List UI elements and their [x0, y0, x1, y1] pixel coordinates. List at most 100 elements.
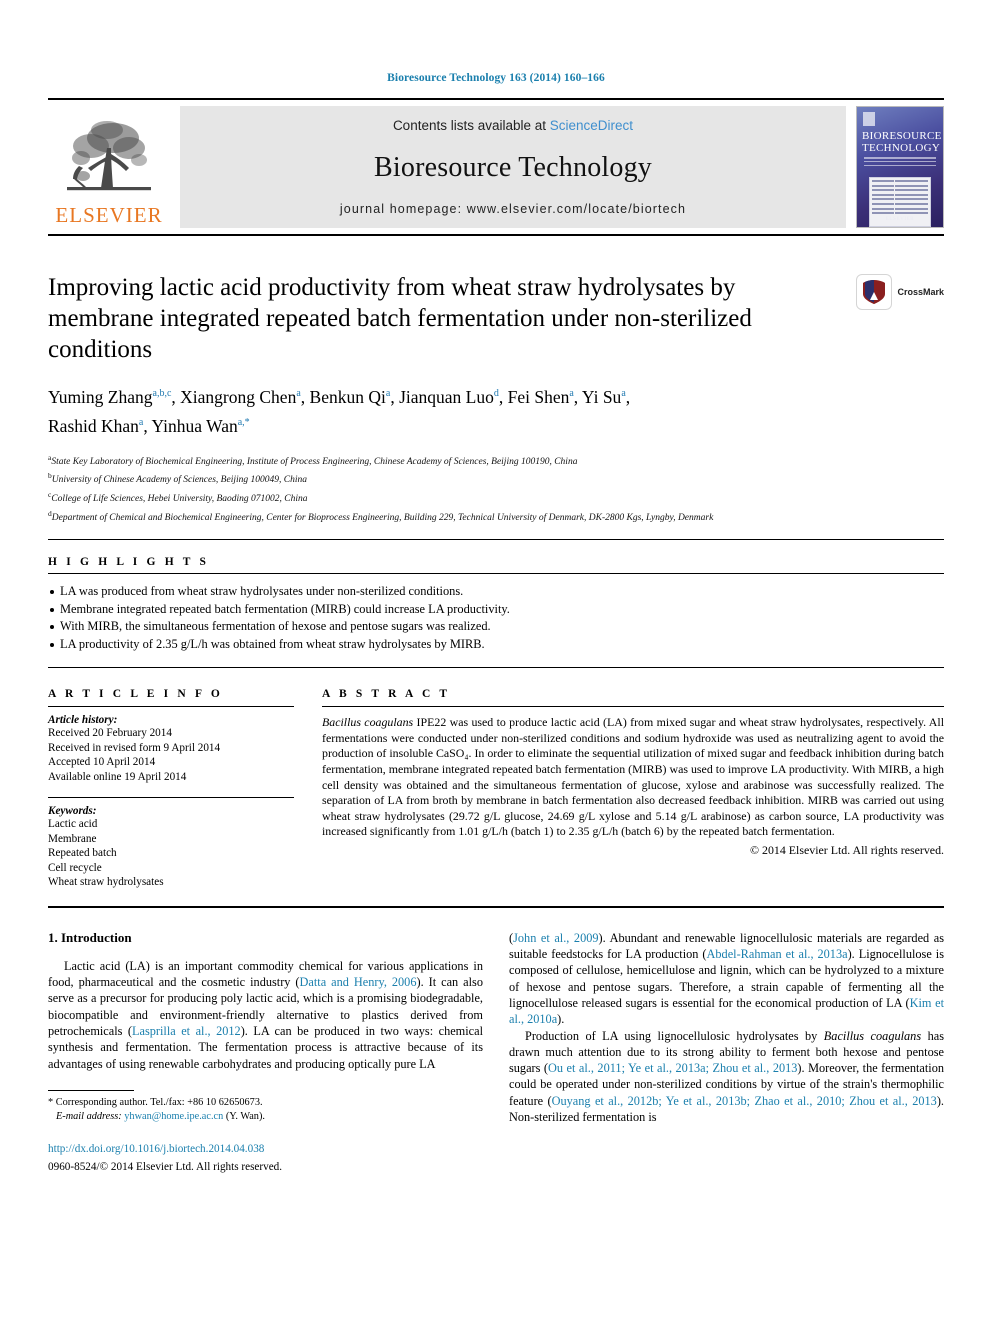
author-affiliation-marker: a [138, 416, 144, 428]
author-name: Benkun Qia [309, 386, 391, 407]
highlights-rule [48, 573, 944, 575]
contents-available-line: Contents lists available at ScienceDirec… [393, 118, 633, 133]
article-history-item: Accepted 10 April 2014 [48, 756, 156, 769]
abstract-heading: A B S T R A C T [322, 688, 451, 701]
highlights-heading: H I G H L I G H T S [48, 556, 210, 569]
abstract-bottom-rule [48, 905, 944, 908]
cover-elsevier-icon [863, 112, 875, 126]
abstract-body-text: IPE22 was used to produce lactic acid (L… [322, 715, 945, 839]
highlight-item: LA productivity of 2.35 g/L/h was obtain… [48, 636, 944, 654]
keyword-item: Lactic acid [48, 818, 98, 831]
abstract-rule [322, 706, 944, 708]
article-info-column: A R T I C L E I N F O Article history: R… [48, 688, 294, 890]
author-affiliation-marker: d [493, 388, 499, 399]
title-block: Improving lactic acid productivity from … [48, 272, 944, 365]
article-history-list: Received 20 February 2014 Received in rev… [48, 726, 294, 784]
author-name: Xiangrong Chena [180, 386, 301, 407]
affiliation-item: dDepartment of Chemical and Biochemical … [48, 508, 714, 523]
affiliation-marker: b [48, 471, 52, 481]
highlight-item: With MIRB, the simultaneous fermentation… [48, 618, 944, 636]
body-columns: 1. Introduction Lactic acid (LA) is an i… [48, 930, 944, 1175]
author-name: Fei Shena [507, 386, 574, 407]
cover-footer: ELSEVIER [885, 217, 915, 222]
affiliation-bottom-rule [48, 539, 944, 541]
masthead-bottom-rule [48, 234, 944, 236]
doi-block: http://dx.doi.org/10.1016/j.biortech.201… [48, 1142, 483, 1175]
cover-subtitle-lines [864, 157, 936, 171]
keywords-label: Keywords: [48, 805, 97, 818]
affiliation-item: cCollege of Life Sciences, Hebei Univers… [48, 489, 308, 505]
keywords-rule [48, 797, 294, 799]
author-affiliation-marker: a [569, 388, 574, 399]
footnote-block: * Corresponding author. Tel./fax: +86 10… [48, 1089, 483, 1175]
abstract-copyright: © 2014 Elsevier Ltd. All rights reserved… [750, 843, 944, 858]
keyword-item: Wheat straw hydrolysates [48, 876, 164, 889]
email-address[interactable]: yhwan@home.ipe.ac.cn [124, 1111, 223, 1122]
doi-link[interactable]: http://dx.doi.org/10.1016/j.biortech.201… [48, 1142, 483, 1157]
email-note: E-mail address: yhwan@home.ipe.ac.cn (Y.… [48, 1110, 483, 1124]
article-history-item: Available online 19 April 2014 [48, 770, 187, 783]
cover-journal-name: BIORESOURCE TECHNOLOGY [862, 130, 942, 154]
elsevier-tree-icon [67, 121, 151, 191]
corresponding-text: Corresponding author. Tel./fax: +86 10 6… [55, 1096, 263, 1108]
article-info-rule [48, 706, 294, 708]
contents-prefix: Contents lists available at [392, 118, 550, 133]
author-name: Yuming Zhanga,b,c [48, 386, 172, 407]
body-column-right: (John et al., 2009). Abundant and renewa… [509, 930, 944, 1175]
author-name: Yi Sua [581, 386, 626, 407]
author-name: Jianquan Luod [399, 386, 499, 407]
author-affiliation-marker: a [296, 388, 301, 399]
email-label: E-mail address: [56, 1110, 122, 1122]
crossmark-badge[interactable]: CrossMark [856, 274, 944, 310]
author-line-2: Rashid Khana, Yinhua Wana,* [48, 415, 250, 436]
author-name: Yinhua Wana,* [151, 415, 250, 436]
affiliation-marker: d [48, 508, 52, 518]
abstract-organism-name: Bacillus coagulans [322, 715, 414, 730]
keyword-item: Membrane [48, 832, 97, 845]
elsevier-logo: ELSEVIER [48, 106, 170, 228]
page-title: Improving lactic acid productivity from … [48, 274, 752, 363]
highlight-item: LA was produced from wheat straw hydroly… [48, 583, 944, 601]
crossmark-label: CrossMark [897, 287, 944, 297]
highlight-item: Membrane integrated repeated batch ferme… [48, 601, 944, 619]
info-abstract-section: A R T I C L E I N F O Article history: R… [48, 688, 944, 890]
crossmark-shield-icon [863, 280, 886, 304]
highlights-bottom-rule [48, 667, 944, 669]
abstract-column: A B S T R A C T Bacillus coagulans IPE22… [322, 688, 944, 890]
author-list: Yuming Zhanga,b,c, Xiangrong Chena, Benk… [48, 381, 944, 439]
article-history-label: Article history: [48, 714, 118, 727]
affiliation-list: aState Key Laboratory of Biochemical Eng… [48, 451, 944, 526]
intro-paragraph-right-1: (John et al., 2009). Abundant and renewa… [509, 930, 944, 1027]
sciencedirect-link[interactable]: ScienceDirect [550, 118, 633, 133]
keyword-item: Repeated batch [48, 847, 117, 860]
author-affiliation-marker: a [621, 388, 626, 399]
elsevier-wordmark: ELSEVIER [55, 203, 163, 227]
intro-paragraph-left: Lactic acid (LA) is an important commodi… [48, 958, 483, 1071]
author-affiliation-marker: a,b,c [152, 388, 172, 399]
author-line-1: Yuming Zhanga,b,c, Xiangrong Chena, Benk… [48, 386, 631, 407]
corresponding-marker: * [48, 1096, 54, 1108]
author-name: Rashid Khana [48, 415, 144, 436]
running-head: Bioresource Technology 163 (2014) 160–16… [387, 72, 605, 84]
keywords-list: Lactic acid Membrane Repeated batch Cell re… [48, 817, 294, 890]
keyword-item: Cell recycle [48, 861, 102, 874]
journal-masthead: ELSEVIER Contents lists available at Sci… [48, 98, 944, 228]
author-affiliation-marker: a,* [237, 416, 250, 428]
article-history-item: Received 20 February 2014 [48, 727, 172, 740]
intro-paragraph-right-2: Production of LA using lignocellulosic h… [509, 1028, 944, 1125]
journal-homepage[interactable]: journal homepage: www.elsevier.com/locat… [340, 202, 686, 216]
email-suffix: (Y. Wan). [225, 1110, 265, 1122]
highlights-list: LA was produced from wheat straw hydroly… [48, 583, 944, 653]
article-info-heading: A R T I C L E I N F O [48, 688, 223, 701]
affiliation-marker: c [48, 489, 52, 499]
issn-copyright: 0960-8524/© 2014 Elsevier Ltd. All right… [48, 1160, 283, 1173]
body-column-left: 1. Introduction Lactic acid (LA) is an i… [48, 930, 483, 1175]
paper-page: Bioresource Technology 163 (2014) 160–16… [0, 0, 992, 1323]
abstract-text: Bacillus coagulans IPE22 was used to pro… [322, 715, 944, 840]
article-history-item: Received in revised form 9 April 2014 [48, 741, 221, 754]
section-title-introduction: 1. Introduction [48, 929, 132, 945]
journal-cover-thumbnail[interactable]: BIORESOURCE TECHNOLOGY ELSEVIER [856, 106, 944, 228]
journal-title: Bioresource Technology [374, 151, 652, 183]
affiliation-item: bUniversity of Chinese Academy of Scienc… [48, 471, 307, 486]
corresponding-author-note: * Corresponding author. Tel./fax: +86 10… [48, 1096, 483, 1110]
